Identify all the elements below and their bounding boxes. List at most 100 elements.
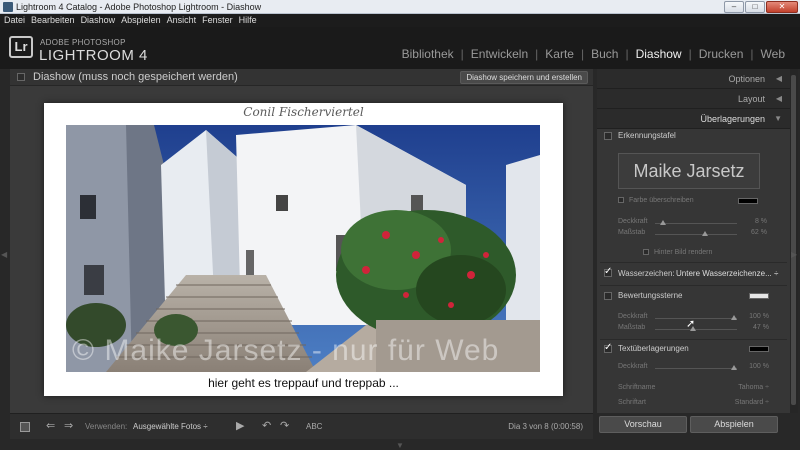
right-panel: Optionen ◀ Layout ◀ Überlagerungen ▼ Erk… xyxy=(597,69,790,413)
slideshow-toolbar: ⇐ ⇒ Verwenden: Ausgewählte Fotos ÷ ▶ ↶ ↷… xyxy=(10,413,593,439)
slide-editor: Diashow (muss noch gespeichert werden) D… xyxy=(10,69,593,413)
menu-datei[interactable]: Datei xyxy=(4,14,25,27)
identity-plate-checkbox[interactable] xyxy=(604,132,612,140)
module-buch[interactable]: Buch xyxy=(584,47,625,61)
section-optionen[interactable]: Optionen ◀ xyxy=(597,69,790,89)
render-behind-checkbox[interactable] xyxy=(643,249,649,255)
panel-divider xyxy=(600,262,787,263)
plate-scale-thumb[interactable] xyxy=(702,231,708,236)
rating-stars-color-swatch[interactable] xyxy=(749,293,769,299)
plate-scale-label: Maßstab xyxy=(618,229,646,236)
slideshow-checkbox[interactable] xyxy=(17,73,25,81)
slide-caption-top[interactable]: Conil Fischerviertel xyxy=(44,105,563,119)
menu-bar: Datei Bearbeiten Diashow Abspielen Ansic… xyxy=(0,14,800,27)
slide-counter: Dia 3 von 8 (0:00:58) xyxy=(508,422,583,431)
menu-abspielen[interactable]: Abspielen xyxy=(121,14,161,27)
mouse-cursor-icon: ➚ xyxy=(686,318,696,330)
render-behind-label: Hinter Bild rendern xyxy=(654,249,713,256)
stars-scale-label: Maßstab xyxy=(618,324,646,331)
add-text-button[interactable]: ABC xyxy=(306,422,322,431)
stars-scale-value: 47 % xyxy=(753,324,769,331)
plate-opacity-label: Deckkraft xyxy=(618,218,648,225)
plate-scale-value: 62 % xyxy=(751,229,767,236)
rating-stars-checkbox[interactable] xyxy=(604,292,612,300)
identity-plate-preview[interactable]: Maike Jarsetz xyxy=(618,153,760,189)
brand-title: LIGHTROOM 4 xyxy=(39,47,148,64)
use-label: Verwenden: xyxy=(85,422,128,431)
plate-opacity-value: 8 % xyxy=(754,218,767,225)
play-icon[interactable]: ▶ xyxy=(236,419,244,432)
section-ueberlagerungen[interactable]: Überlagerungen ▼ xyxy=(597,109,790,129)
next-slide-icon[interactable]: ⇒ xyxy=(64,419,73,432)
stars-scale-slider[interactable] xyxy=(655,329,737,330)
text-opacity-thumb[interactable] xyxy=(731,365,737,370)
save-slideshow-button[interactable]: Diashow speichern und erstellen xyxy=(460,71,588,84)
use-selection-dropdown[interactable]: Ausgewählte Fotos ÷ xyxy=(133,422,208,431)
collapse-triangle-icon: ◀ xyxy=(775,94,782,103)
menu-diashow[interactable]: Diashow xyxy=(81,14,116,27)
rating-stars-title: Bewertungssterne xyxy=(618,291,683,300)
override-color-checkbox[interactable] xyxy=(618,197,624,203)
watermark-dropdown[interactable]: Untere Wasserzeichenze... ÷ xyxy=(676,269,778,278)
plate-opacity-thumb[interactable] xyxy=(660,220,666,225)
slideshow-header: Diashow (muss noch gespeichert werden) D… xyxy=(10,69,593,86)
menu-ansicht[interactable]: Ansicht xyxy=(167,14,197,27)
stars-opacity-thumb[interactable] xyxy=(731,315,737,320)
text-opacity-label: Deckkraft xyxy=(618,363,648,370)
brand-subtitle: ADOBE PHOTOSHOP xyxy=(40,38,126,47)
menu-fenster[interactable]: Fenster xyxy=(202,14,233,27)
section-layout-label: Layout xyxy=(737,94,765,104)
stop-button[interactable] xyxy=(20,422,30,432)
filmstrip-toggle-icon[interactable]: ▼ xyxy=(396,441,404,450)
right-panel-scrollbar[interactable] xyxy=(790,69,798,413)
module-drucken[interactable]: Drucken xyxy=(692,47,751,61)
window-title-bar: Lightroom 4 Catalog - Adobe Photoshop Li… xyxy=(0,0,800,14)
window-controls: ‒ □ ✕ xyxy=(724,1,798,13)
text-overlays-checkbox[interactable] xyxy=(604,342,612,353)
right-panel-toggle-icon[interactable]: ▶ xyxy=(791,250,797,259)
override-color-label: Farbe überschreiben xyxy=(629,197,694,204)
panel-divider xyxy=(600,285,787,286)
slide-caption-bottom[interactable]: hier geht es treppauf und treppab ... xyxy=(44,376,563,390)
font-name-dropdown[interactable]: Tahoma ÷ xyxy=(717,384,769,391)
watermark-checkbox[interactable] xyxy=(604,266,612,277)
module-web[interactable]: Web xyxy=(754,47,792,61)
module-bibliothek[interactable]: Bibliothek xyxy=(395,47,461,61)
module-picker: Bibliothek | Entwickeln | Karte | Buch | Dia… xyxy=(395,47,792,61)
module-entwickeln[interactable]: Entwickeln xyxy=(464,47,535,61)
slide-canvas[interactable]: Conil Fischerviertel © Maike Jarsetz - n… xyxy=(44,103,563,396)
close-button[interactable]: ✕ xyxy=(766,1,798,13)
lightroom-logo: Lr xyxy=(9,36,33,58)
menu-bearbeiten[interactable]: Bearbeiten xyxy=(31,14,75,27)
scrollbar-thumb[interactable] xyxy=(791,75,796,405)
text-overlays-title: Textüberlagerungen xyxy=(618,344,689,353)
stars-opacity-slider[interactable] xyxy=(655,318,737,319)
play-button[interactable]: Abspielen xyxy=(690,416,778,433)
module-diashow[interactable]: Diashow xyxy=(629,47,689,61)
preview-button[interactable]: Vorschau xyxy=(599,416,687,433)
plate-opacity-slider[interactable] xyxy=(655,223,737,224)
font-style-dropdown[interactable]: Standard ÷ xyxy=(707,399,769,406)
identity-plate: Lr ADOBE PHOTOSHOP LIGHTROOM 4 Bibliothe… xyxy=(0,27,800,69)
override-color-swatch[interactable] xyxy=(738,198,758,204)
text-overlays-color-swatch[interactable] xyxy=(749,346,769,352)
font-style-label: Schriftart xyxy=(618,399,647,406)
left-panel-toggle-icon[interactable]: ◀ xyxy=(1,250,7,259)
previous-slide-icon[interactable]: ⇐ xyxy=(46,419,55,432)
minimize-button[interactable]: ‒ xyxy=(724,1,744,13)
rotate-right-icon[interactable]: ↷ xyxy=(280,419,289,432)
expand-triangle-icon: ▼ xyxy=(774,114,782,123)
rotate-left-icon[interactable]: ↶ xyxy=(262,419,271,432)
maximize-button[interactable]: □ xyxy=(745,1,765,13)
plate-scale-slider[interactable] xyxy=(655,234,737,235)
module-karte[interactable]: Karte xyxy=(538,47,581,61)
menu-hilfe[interactable]: Hilfe xyxy=(239,14,257,27)
collapse-triangle-icon: ◀ xyxy=(775,74,782,83)
section-layout[interactable]: Layout ◀ xyxy=(597,89,790,109)
text-opacity-slider[interactable] xyxy=(655,368,737,369)
text-opacity-value: 100 % xyxy=(749,363,769,370)
app-icon xyxy=(3,2,13,12)
window-title: Lightroom 4 Catalog - Adobe Photoshop Li… xyxy=(16,2,262,12)
identity-plate-title: Erkennungstafel xyxy=(618,131,676,140)
section-optionen-label: Optionen xyxy=(728,74,765,84)
